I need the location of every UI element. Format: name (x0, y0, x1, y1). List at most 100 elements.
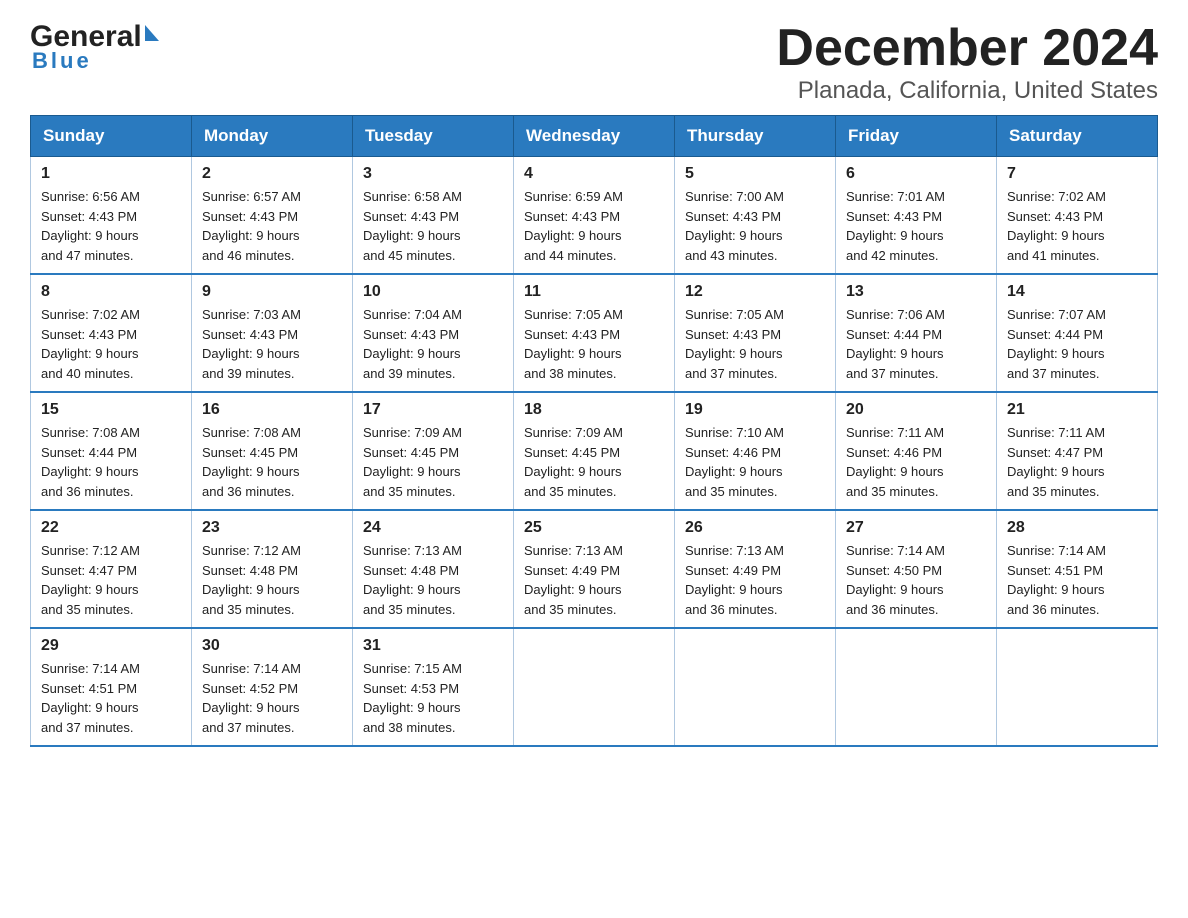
calendar-day: 28 Sunrise: 7:14 AMSunset: 4:51 PMDayligh… (997, 510, 1158, 628)
day-number: 20 (846, 401, 986, 419)
title-block: December 2024 Planada, California, Unite… (776, 20, 1158, 105)
calendar-day: 21 Sunrise: 7:11 AMSunset: 4:47 PMDayligh… (997, 392, 1158, 510)
calendar-day: 11 Sunrise: 7:05 AMSunset: 4:43 PMDayligh… (514, 274, 675, 392)
day-info: Sunrise: 7:09 AMSunset: 4:45 PMDaylight:… (363, 423, 503, 501)
day-number: 24 (363, 519, 503, 537)
day-number: 23 (202, 519, 342, 537)
day-number: 28 (1007, 519, 1147, 537)
day-number: 16 (202, 401, 342, 419)
day-number: 27 (846, 519, 986, 537)
day-info: Sunrise: 7:15 AMSunset: 4:53 PMDaylight:… (363, 659, 503, 737)
day-number: 9 (202, 283, 342, 301)
day-info: Sunrise: 7:12 AMSunset: 4:47 PMDaylight:… (41, 541, 181, 619)
calendar-day: 26 Sunrise: 7:13 AMSunset: 4:49 PMDayligh… (675, 510, 836, 628)
day-number: 19 (685, 401, 825, 419)
calendar-day: 16Sunrise: 7:08 AMSunset: 4:45 PMDayligh… (192, 392, 353, 510)
calendar-day: 31 Sunrise: 7:15 AMSunset: 4:53 PMDayligh… (353, 628, 514, 746)
calendar-day (675, 628, 836, 746)
day-info: Sunrise: 7:11 AMSunset: 4:47 PMDaylight:… (1007, 423, 1147, 501)
weekday-row: Sunday Monday Tuesday Wednesday Thursday… (31, 116, 1158, 157)
calendar-week-5: 29 Sunrise: 7:14 AMSunset: 4:51 PMDayligh… (31, 628, 1158, 746)
calendar-day: 2 Sunrise: 6:57 AMSunset: 4:43 PMDaylight… (192, 157, 353, 275)
day-number: 6 (846, 165, 986, 183)
calendar-day: 30Sunrise: 7:14 AMSunset: 4:52 PMDayligh… (192, 628, 353, 746)
day-number: 21 (1007, 401, 1147, 419)
calendar-day: 1 Sunrise: 6:56 AMSunset: 4:43 PMDaylight… (31, 157, 192, 275)
header-wednesday: Wednesday (514, 116, 675, 157)
day-number: 3 (363, 165, 503, 183)
day-number: 5 (685, 165, 825, 183)
page-title: December 2024 (776, 20, 1158, 77)
day-number: 8 (41, 283, 181, 301)
day-info: Sunrise: 7:02 AMSunset: 4:43 PMDaylight:… (41, 305, 181, 383)
day-number: 12 (685, 283, 825, 301)
calendar-day: 23 Sunrise: 7:12 AMSunset: 4:48 PMDayligh… (192, 510, 353, 628)
header-saturday: Saturday (997, 116, 1158, 157)
day-info: Sunrise: 7:13 AMSunset: 4:49 PMDaylight:… (685, 541, 825, 619)
day-info: Sunrise: 7:13 AMSunset: 4:48 PMDaylight:… (363, 541, 503, 619)
logo-blue-text: Blue (32, 48, 92, 74)
page-subtitle: Planada, California, United States (776, 77, 1158, 105)
page-header: General Blue December 2024 Planada, Cali… (30, 20, 1158, 105)
day-info: Sunrise: 7:06 AMSunset: 4:44 PMDaylight:… (846, 305, 986, 383)
calendar-day: 8 Sunrise: 7:02 AMSunset: 4:43 PMDaylight… (31, 274, 192, 392)
day-number: 7 (1007, 165, 1147, 183)
day-info: Sunrise: 7:11 AMSunset: 4:46 PMDaylight:… (846, 423, 986, 501)
day-info: Sunrise: 7:13 AMSunset: 4:49 PMDaylight:… (524, 541, 664, 619)
day-info: Sunrise: 7:09 AMSunset: 4:45 PMDaylight:… (524, 423, 664, 501)
day-info: Sunrise: 7:10 AMSunset: 4:46 PMDaylight:… (685, 423, 825, 501)
day-info: Sunrise: 7:14 AMSunset: 4:51 PMDaylight:… (41, 659, 181, 737)
header-monday: Monday (192, 116, 353, 157)
day-number: 30 (202, 637, 342, 655)
day-number: 14 (1007, 283, 1147, 301)
day-number: 17 (363, 401, 503, 419)
calendar-day: 18Sunrise: 7:09 AMSunset: 4:45 PMDayligh… (514, 392, 675, 510)
day-number: 31 (363, 637, 503, 655)
calendar-day: 15Sunrise: 7:08 AMSunset: 4:44 PMDayligh… (31, 392, 192, 510)
calendar-week-4: 22 Sunrise: 7:12 AMSunset: 4:47 PMDayligh… (31, 510, 1158, 628)
calendar-day (514, 628, 675, 746)
day-info: Sunrise: 7:00 AMSunset: 4:43 PMDaylight:… (685, 187, 825, 265)
calendar-day: 7 Sunrise: 7:02 AMSunset: 4:43 PMDaylight… (997, 157, 1158, 275)
header-tuesday: Tuesday (353, 116, 514, 157)
day-info: Sunrise: 7:04 AMSunset: 4:43 PMDaylight:… (363, 305, 503, 383)
day-number: 15 (41, 401, 181, 419)
day-number: 26 (685, 519, 825, 537)
day-info: Sunrise: 7:05 AMSunset: 4:43 PMDaylight:… (524, 305, 664, 383)
calendar-day: 29 Sunrise: 7:14 AMSunset: 4:51 PMDayligh… (31, 628, 192, 746)
day-number: 2 (202, 165, 342, 183)
header-sunday: Sunday (31, 116, 192, 157)
calendar-day: 12Sunrise: 7:05 AMSunset: 4:43 PMDayligh… (675, 274, 836, 392)
header-thursday: Thursday (675, 116, 836, 157)
day-number: 4 (524, 165, 664, 183)
day-info: Sunrise: 7:14 AMSunset: 4:51 PMDaylight:… (1007, 541, 1147, 619)
day-number: 25 (524, 519, 664, 537)
calendar-day: 24 Sunrise: 7:13 AMSunset: 4:48 PMDayligh… (353, 510, 514, 628)
calendar-day: 25 Sunrise: 7:13 AMSunset: 4:49 PMDayligh… (514, 510, 675, 628)
day-info: Sunrise: 7:02 AMSunset: 4:43 PMDaylight:… (1007, 187, 1147, 265)
calendar-week-1: 1 Sunrise: 6:56 AMSunset: 4:43 PMDaylight… (31, 157, 1158, 275)
calendar-week-3: 15Sunrise: 7:08 AMSunset: 4:44 PMDayligh… (31, 392, 1158, 510)
calendar-day: 14Sunrise: 7:07 AMSunset: 4:44 PMDayligh… (997, 274, 1158, 392)
day-number: 22 (41, 519, 181, 537)
calendar-day (997, 628, 1158, 746)
day-info: Sunrise: 6:58 AMSunset: 4:43 PMDaylight:… (363, 187, 503, 265)
day-number: 29 (41, 637, 181, 655)
day-number: 1 (41, 165, 181, 183)
calendar-day: 22 Sunrise: 7:12 AMSunset: 4:47 PMDayligh… (31, 510, 192, 628)
logo-arrow-icon (145, 25, 159, 41)
day-number: 10 (363, 283, 503, 301)
calendar-day: 20 Sunrise: 7:11 AMSunset: 4:46 PMDayligh… (836, 392, 997, 510)
logo: General Blue (30, 20, 159, 74)
calendar-header: Sunday Monday Tuesday Wednesday Thursday… (31, 116, 1158, 157)
header-friday: Friday (836, 116, 997, 157)
calendar-day: 17 Sunrise: 7:09 AMSunset: 4:45 PMDayligh… (353, 392, 514, 510)
day-info: Sunrise: 6:57 AMSunset: 4:43 PMDaylight:… (202, 187, 342, 265)
day-info: Sunrise: 7:12 AMSunset: 4:48 PMDaylight:… (202, 541, 342, 619)
calendar-day: 6 Sunrise: 7:01 AMSunset: 4:43 PMDaylight… (836, 157, 997, 275)
calendar-body: 1 Sunrise: 6:56 AMSunset: 4:43 PMDaylight… (31, 157, 1158, 747)
day-info: Sunrise: 6:56 AMSunset: 4:43 PMDaylight:… (41, 187, 181, 265)
day-info: Sunrise: 7:01 AMSunset: 4:43 PMDaylight:… (846, 187, 986, 265)
calendar-day: 19 Sunrise: 7:10 AMSunset: 4:46 PMDayligh… (675, 392, 836, 510)
day-number: 11 (524, 283, 664, 301)
